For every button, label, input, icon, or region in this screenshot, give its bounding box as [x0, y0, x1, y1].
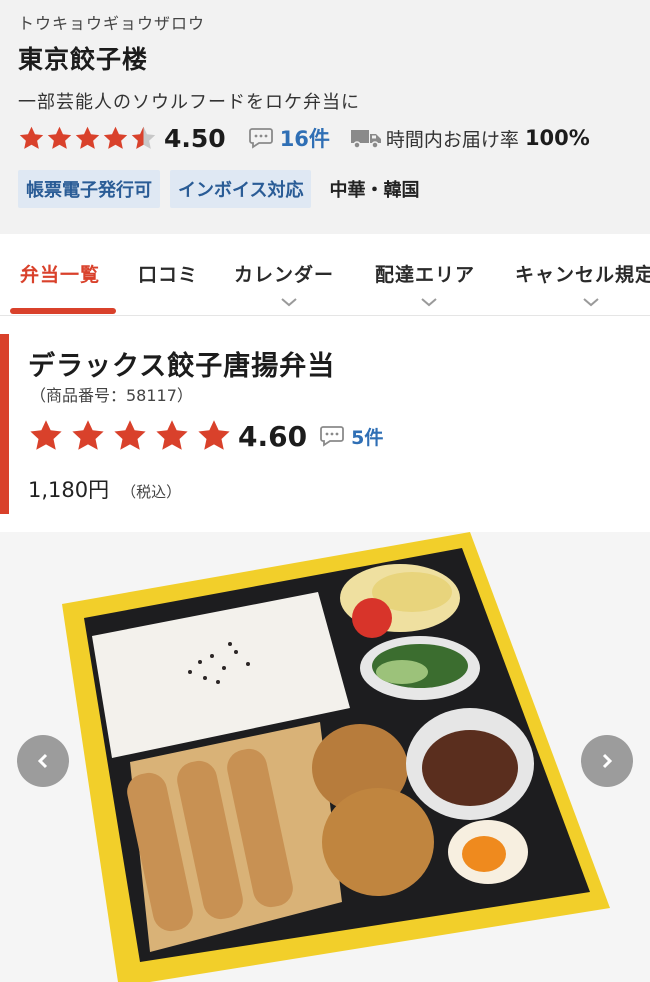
tag-invoice: インボイス対応	[170, 170, 312, 208]
shop-header: トウキョウギョウザロウ 東京餃子楼 一部芸能人のソウルフードをロケ弁当に 4.5…	[0, 0, 650, 234]
star-icon	[47, 126, 72, 149]
shop-review-count-link[interactable]: 16件	[280, 123, 330, 153]
speech-bubble-icon[interactable]	[248, 126, 274, 150]
shop-rating-stars	[18, 125, 158, 152]
tax-note: （税込）	[121, 483, 182, 501]
product-code: （商品番号：58117）	[30, 386, 193, 405]
star-icon	[198, 420, 230, 450]
product-summary: デラックス餃子唐揚弁当 （商品番号：58117） 4.60 5件 1,180円 （…	[0, 334, 650, 514]
tab-delivery-area[interactable]: 配達エリア	[375, 260, 475, 287]
tag-e-invoice: 帳票電子発行可	[18, 170, 160, 208]
star-icon	[114, 420, 146, 450]
shop-tags: 帳票電子発行可 インボイス対応 中華・韓国	[18, 170, 419, 208]
product-image-gallery[interactable]	[0, 532, 650, 982]
star-icon	[30, 420, 62, 450]
product-name: デラックス餃子唐揚弁当	[28, 351, 336, 382]
shop-name-kana: トウキョウギョウザロウ	[18, 14, 206, 33]
product-price: 1,180円	[28, 478, 110, 502]
star-icon	[103, 126, 128, 149]
tab-reviews[interactable]: 口コミ	[138, 260, 198, 287]
chevron-down-icon[interactable]	[280, 296, 298, 308]
bento-photo	[0, 532, 650, 982]
chevron-down-icon[interactable]	[420, 296, 438, 308]
star-icon	[19, 126, 44, 149]
star-icon	[75, 126, 100, 149]
chevron-left-icon	[37, 753, 48, 769]
gallery-next-button[interactable]	[581, 735, 633, 787]
product-price-row: 1,180円 （税込）	[28, 474, 181, 504]
chevron-right-icon	[602, 753, 613, 769]
speech-bubble-icon[interactable]	[319, 424, 345, 448]
delivery-rate-label: 時間内お届け率	[385, 128, 519, 151]
delivery-rate-value: 100%	[524, 126, 590, 150]
star-icon	[72, 420, 104, 450]
active-tab-indicator	[10, 308, 116, 314]
tab-calendar[interactable]: カレンダー	[234, 260, 334, 287]
product-rating-value: 4.60	[238, 419, 308, 453]
star-icon	[156, 420, 188, 450]
product-accent-bar	[0, 334, 9, 514]
product-rating-row: 4.60 5件	[28, 416, 383, 456]
shop-rating-row: 4.50 16件 時間内お届け率 100%	[18, 120, 590, 156]
product-review-count-link[interactable]: 5件	[351, 423, 383, 450]
shop-rating-value: 4.50	[164, 123, 226, 153]
truck-icon	[350, 130, 381, 149]
shop-tagline: 一部芸能人のソウルフードをロケ弁当に	[18, 92, 360, 113]
cuisine-category: 中華・韓国	[329, 180, 420, 201]
tab-cancel-policy[interactable]: キャンセル規定	[515, 260, 650, 287]
chevron-down-icon[interactable]	[582, 296, 600, 308]
gallery-prev-button[interactable]	[17, 735, 69, 787]
shop-name: 東京餃子楼	[18, 45, 149, 74]
shop-tabs: 弁当一覧 口コミ カレンダー 配達エリア キャンセル規定	[0, 234, 650, 316]
star-half-icon	[131, 126, 156, 149]
tab-bento-list[interactable]: 弁当一覧	[20, 260, 100, 287]
